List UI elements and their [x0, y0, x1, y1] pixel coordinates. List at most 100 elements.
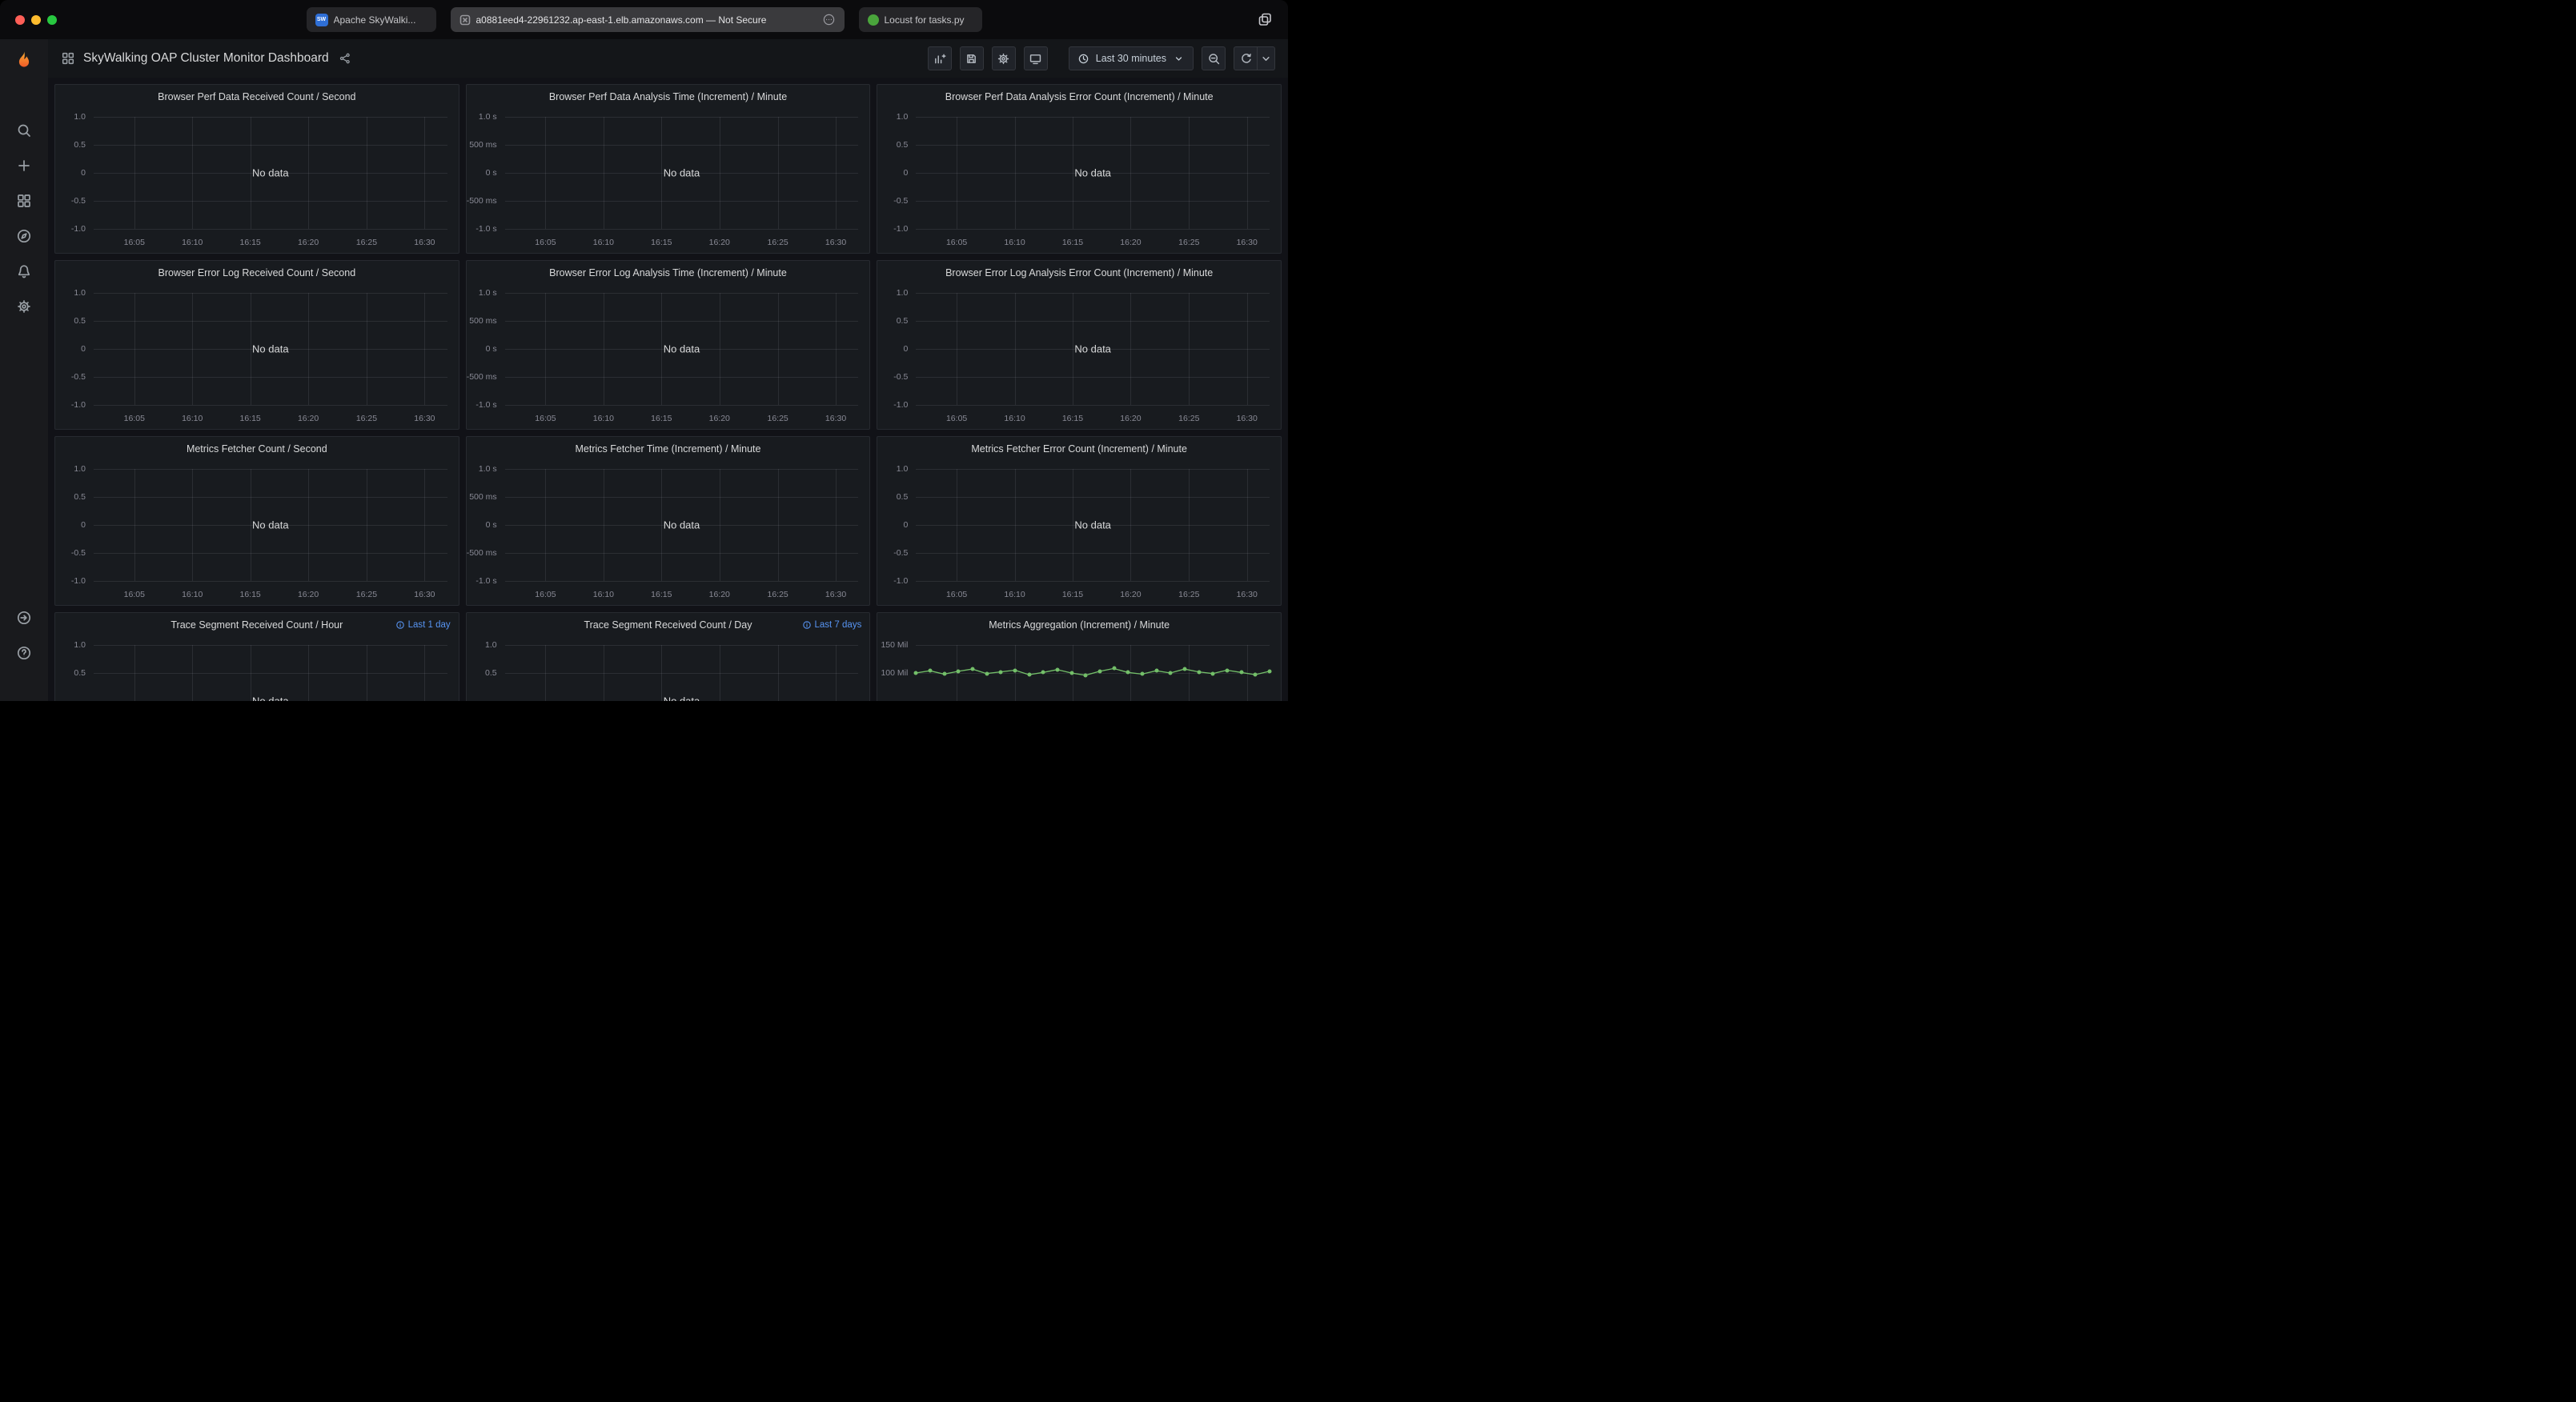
sidebar-item-dashboards[interactable] — [8, 185, 40, 217]
add-panel-button[interactable] — [928, 46, 952, 70]
y-tick-label: 0 s — [486, 344, 497, 354]
no-data-label: No data — [505, 519, 859, 531]
panel-title[interactable]: Browser Perf Data Analysis Error Count (… — [945, 91, 1214, 102]
panel: Browser Perf Data Analysis Error Count (… — [877, 84, 1282, 254]
gridline-horizontal — [505, 553, 859, 554]
panel-title[interactable]: Browser Error Log Received Count / Secon… — [158, 267, 356, 278]
panel-time-override[interactable]: Last 1 day — [395, 613, 451, 637]
sidebar-item-plus[interactable] — [8, 150, 40, 182]
dashboard-title[interactable]: SkyWalking OAP Cluster Monitor Dashboard — [83, 51, 329, 66]
panel-header: Browser Error Log Analysis Time (Increme… — [467, 261, 870, 285]
x-tick-label: 16:20 — [298, 238, 319, 247]
gridline-horizontal — [94, 117, 447, 118]
panel-title[interactable]: Metrics Fetcher Error Count (Increment) … — [971, 443, 1187, 455]
x-tick-label: 16:30 — [414, 414, 435, 423]
y-tick-label: 1.0 — [897, 112, 909, 122]
x-tick-label: 16:10 — [593, 414, 614, 423]
panel-title[interactable]: Metrics Fetcher Time (Increment) / Minut… — [575, 443, 760, 455]
gridline-horizontal — [916, 201, 1270, 202]
series-point — [1027, 673, 1031, 677]
gridline-horizontal — [94, 645, 447, 646]
tab-options-icon[interactable] — [822, 13, 836, 26]
gridline-horizontal — [94, 321, 447, 322]
sidebar-item-search[interactable] — [8, 114, 40, 146]
x-axis: 16:0516:1016:1516:2016:2516:30 — [505, 236, 859, 247]
panel-title[interactable]: Metrics Aggregation (Increment) / Minute — [989, 619, 1170, 631]
panel: Metrics Fetcher Error Count (Increment) … — [877, 436, 1282, 606]
sidebar-item-settings[interactable] — [8, 290, 40, 322]
panel-title[interactable]: Browser Error Log Analysis Error Count (… — [945, 267, 1213, 278]
panel-title[interactable]: Trace Segment Received Count / Day — [584, 619, 752, 631]
y-axis: 150 Mil100 Mil — [877, 645, 913, 701]
x-axis: 16:0516:1016:1516:2016:2516:30 — [94, 236, 447, 247]
tab-title: Apache SkyWalki... — [334, 14, 427, 26]
panel-title[interactable]: Browser Perf Data Received Count / Secon… — [158, 91, 355, 102]
missing-favicon — [459, 14, 471, 26]
apps-icon — [61, 51, 75, 66]
y-tick-label: 0 — [81, 344, 86, 354]
zoom-out-button[interactable] — [1202, 46, 1226, 70]
x-tick-label: 16:25 — [767, 238, 788, 247]
share-icon[interactable] — [339, 52, 351, 65]
sidebar-item-alerting[interactable] — [8, 255, 40, 287]
sidebar-item-help[interactable] — [8, 637, 40, 669]
time-range-picker[interactable]: Last 30 minutes — [1069, 46, 1194, 70]
dashboard-settings-button[interactable] — [992, 46, 1016, 70]
x-tick-label: 16:05 — [535, 238, 556, 247]
dashboards-icon — [16, 193, 32, 209]
panel-header: Metrics Fetcher Time (Increment) / Minut… — [467, 437, 870, 461]
panel-title[interactable]: Browser Perf Data Analysis Time (Increme… — [549, 91, 787, 102]
refresh-interval-caret[interactable] — [1258, 46, 1275, 70]
panel: Trace Segment Received Count / Day Last 7… — [466, 612, 871, 701]
minimize-window-button[interactable] — [31, 15, 41, 25]
x-tick-label: 16:15 — [240, 238, 261, 247]
gridline-horizontal — [505, 377, 859, 378]
series-point — [1267, 669, 1271, 673]
panel: Browser Perf Data Received Count / Secon… — [54, 84, 459, 254]
y-tick-label: -1.0 s — [475, 576, 496, 586]
gridline-horizontal — [916, 581, 1270, 582]
gridline-horizontal — [916, 117, 1270, 118]
series-point — [1055, 667, 1059, 671]
y-tick-label: -0.5 — [893, 196, 908, 206]
no-data-label: No data — [94, 519, 447, 531]
gridline-horizontal — [505, 145, 859, 146]
save-dashboard-button[interactable] — [960, 46, 984, 70]
sidebar-item-explore[interactable] — [8, 220, 40, 252]
gridline-horizontal — [94, 673, 447, 674]
dashboard-toolbar: Last 30 minutes — [928, 46, 1275, 70]
series-point — [1225, 668, 1229, 672]
alerting-icon — [16, 263, 32, 279]
tab-locust[interactable]: Locust for tasks.py — [859, 7, 982, 32]
x-tick-label: 16:05 — [124, 590, 145, 599]
gridline-horizontal — [94, 293, 447, 294]
x-tick-label: 16:10 — [1004, 590, 1025, 599]
x-tick-label: 16:30 — [825, 238, 846, 247]
info-icon — [802, 620, 812, 630]
line-series — [916, 645, 1270, 701]
refresh-button[interactable] — [1234, 46, 1258, 70]
panel-title[interactable]: Trace Segment Received Count / Hour — [171, 619, 343, 631]
y-tick-label: 0.5 — [485, 668, 497, 678]
panel-title[interactable]: Metrics Fetcher Count / Second — [187, 443, 327, 455]
clock-icon — [1077, 53, 1089, 65]
x-tick-label: 16:10 — [1004, 414, 1025, 423]
panel-time-override[interactable]: Last 7 days — [802, 613, 862, 637]
cycle-view-button[interactable] — [1024, 46, 1048, 70]
browser-window: SW Apache SkyWalki... a0881eed4-22961232… — [0, 0, 1288, 701]
sidebar-item-sign-in[interactable] — [8, 602, 40, 634]
series-point — [942, 672, 946, 676]
y-tick-label: 100 Mil — [881, 668, 908, 678]
grafana-logo[interactable] — [10, 47, 38, 76]
tab-active-elb-dashboard[interactable]: a0881eed4-22961232.ap-east-1.elb.amazona… — [451, 7, 845, 32]
close-window-button[interactable] — [15, 15, 25, 25]
gridline-horizontal — [505, 321, 859, 322]
tab-overview-icon[interactable] — [1257, 11, 1274, 32]
zoom-window-button[interactable] — [47, 15, 57, 25]
help-icon — [16, 645, 32, 661]
chart-plot: No data — [916, 117, 1270, 229]
panel-title[interactable]: Browser Error Log Analysis Time (Increme… — [549, 267, 787, 278]
tab-apache-skywalking[interactable]: SW Apache SkyWalki... — [307, 7, 436, 32]
sidebar-nav-bottom — [8, 602, 40, 669]
x-tick-label: 16:20 — [1120, 414, 1141, 423]
